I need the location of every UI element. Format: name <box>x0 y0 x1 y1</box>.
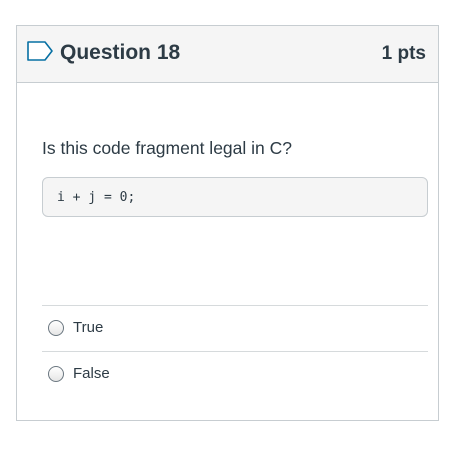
question-header: Question 18 1 pts <box>17 26 438 83</box>
question-points: 1 pts <box>381 43 426 64</box>
question-text: Is this code fragment legal in C? <box>42 138 292 158</box>
code-block: i + j = 0; <box>42 177 428 217</box>
radio-button-true[interactable] <box>48 320 64 336</box>
answer-option-false[interactable]: False <box>42 351 428 397</box>
bookmark-flag-icon[interactable] <box>26 40 54 62</box>
answer-option-true[interactable]: True <box>42 305 428 351</box>
answer-label-true[interactable]: True <box>73 318 103 338</box>
question-title: Question 18 <box>60 41 181 64</box>
question-card: Question 18 1 pts Is this code fragment … <box>16 25 439 421</box>
answer-list: True False <box>42 305 428 397</box>
answer-label-false[interactable]: False <box>73 364 110 384</box>
code-snippet: i + j = 0; <box>57 189 136 205</box>
radio-button-false[interactable] <box>48 366 64 382</box>
